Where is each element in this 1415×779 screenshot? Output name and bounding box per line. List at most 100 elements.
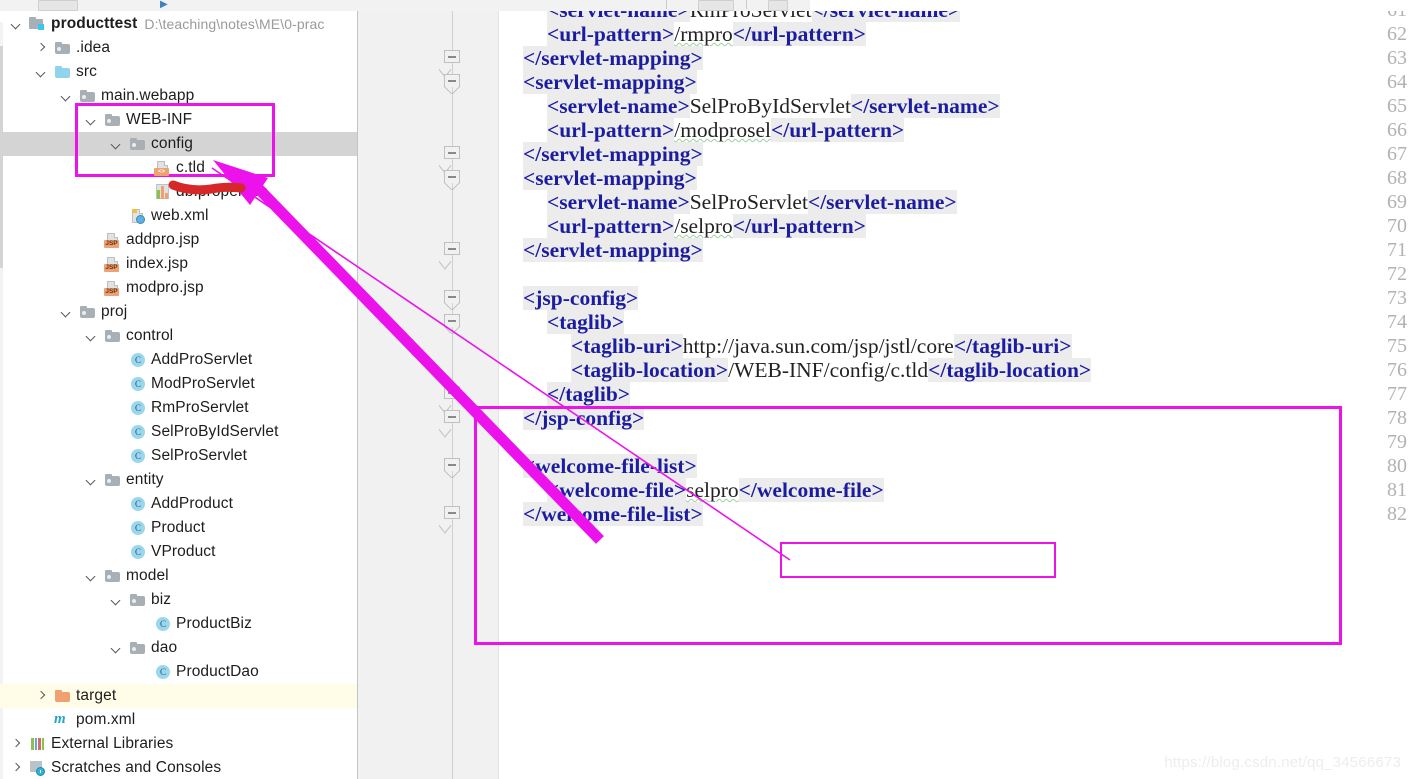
fold-toggle-icon[interactable] — [444, 242, 461, 259]
fold-toggle-icon[interactable] — [444, 50, 461, 67]
fold-toggle-icon[interactable] — [444, 170, 461, 187]
fold-toggle-icon[interactable] — [444, 410, 461, 427]
tree-item-index-jsp[interactable]: JSP index.jsp — [0, 252, 358, 276]
chevron-down-icon[interactable] — [10, 18, 23, 31]
chevron-right-icon[interactable] — [35, 42, 48, 55]
tree-item-web-inf[interactable]: WEB-INF — [0, 108, 358, 132]
fold-toggle-icon[interactable] — [444, 290, 461, 307]
tree-item-productdao[interactable]: C ProductDao — [0, 660, 358, 684]
code-content[interactable]: <servlet-name>RmProServlet</servlet-name… — [499, 11, 1415, 779]
tree-item-config[interactable]: config — [0, 132, 358, 156]
java-class-icon: C — [129, 376, 146, 392]
tree-item-rmproservlet[interactable]: C RmProServlet — [0, 396, 358, 420]
editor-gutter[interactable] — [358, 11, 498, 779]
fold-toggle-icon[interactable] — [444, 74, 461, 91]
code-editor[interactable]: 6162636465666768697071727374757677787980… — [358, 11, 1415, 779]
tree-item-src[interactable]: src — [0, 60, 358, 84]
code-token: </servlet-name> — [807, 190, 957, 214]
chevron-down-icon[interactable] — [85, 474, 98, 487]
tree-item-addpro-jsp[interactable]: JSP addpro.jsp — [0, 228, 358, 252]
chevron-down-icon[interactable] — [85, 570, 98, 583]
tree-item-addproservlet[interactable]: C AddProServlet — [0, 348, 358, 372]
run-icon[interactable]: ▶ — [160, 0, 168, 10]
web-xml-file-icon — [129, 208, 146, 224]
chevron-down-icon[interactable] — [110, 138, 123, 151]
fold-toggle-icon[interactable] — [444, 314, 461, 331]
code-line[interactable]: </taglib> — [547, 382, 631, 406]
chevron-down-icon[interactable] — [110, 594, 123, 607]
chevron-down-icon[interactable] — [110, 642, 123, 655]
chevron-down-icon[interactable] — [85, 114, 98, 127]
code-line[interactable]: <url-pattern>/selpro</url-pattern> — [547, 214, 866, 238]
tree-item-selprobyidservlet[interactable]: C SelProByIdServlet — [0, 420, 358, 444]
tree-item-entity[interactable]: entity — [0, 468, 358, 492]
code-token: </url-pattern> — [770, 118, 905, 142]
chevron-right-icon[interactable] — [10, 762, 23, 775]
code-line[interactable]: </servlet-mapping> — [523, 46, 703, 70]
tree-item-vproduct[interactable]: C VProduct — [0, 540, 358, 564]
tree-item-producttest[interactable]: producttest D:\teaching\notes\ME\0-prac — [0, 12, 358, 36]
code-line[interactable]: <servlet-name>SelProByIdServlet</servlet… — [547, 94, 1000, 118]
tree-item-control[interactable]: control — [0, 324, 358, 348]
code-line[interactable]: <jsp-config> — [523, 286, 639, 310]
code-line[interactable]: <taglib-uri>http://java.sun.com/jsp/jstl… — [571, 334, 1072, 358]
tree-item-web-xml[interactable]: web.xml — [0, 204, 358, 228]
tree-item-pom-xml[interactable]: m pom.xml — [0, 708, 358, 732]
code-token: <url-pattern> — [547, 118, 675, 142]
tree-item-modproservlet[interactable]: C ModProServlet — [0, 372, 358, 396]
tree-item-external-libraries[interactable]: External Libraries — [0, 732, 358, 756]
code-line[interactable]: <servlet-name>RmProServlet</servlet-name… — [547, 11, 961, 22]
chevron-down-icon[interactable] — [60, 90, 73, 103]
toolbar-button-2[interactable] — [698, 0, 734, 11]
code-line[interactable]: <url-pattern>/rmpro</url-pattern> — [547, 22, 866, 46]
code-token: <servlet-mapping> — [523, 166, 697, 190]
code-line[interactable]: <taglib-location>/WEB-INF/config/c.tld</… — [571, 358, 1092, 382]
fold-toggle-icon[interactable] — [444, 458, 461, 475]
chevron-down-icon[interactable] — [85, 330, 98, 343]
project-tree-panel[interactable]: producttest D:\teaching\notes\ME\0-prac .i… — [0, 11, 358, 779]
tree-item-selproservlet[interactable]: C SelProServlet — [0, 444, 358, 468]
code-line[interactable]: <welcome-file-list> — [523, 454, 697, 478]
tree-item-target[interactable]: target — [0, 684, 358, 708]
tree-item-idea[interactable]: .idea — [0, 36, 358, 60]
code-line[interactable]: </jsp-config> — [523, 406, 645, 430]
code-line[interactable]: <servlet-mapping> — [523, 70, 697, 94]
folder-icon — [79, 88, 96, 104]
code-line[interactable]: <taglib> — [547, 310, 625, 334]
tree-item-biz[interactable]: biz — [0, 588, 358, 612]
fold-toggle-icon[interactable] — [444, 146, 461, 163]
toolbar-button-3[interactable] — [768, 0, 788, 11]
java-class-icon: C — [129, 520, 146, 536]
code-token: </servlet-mapping> — [523, 238, 703, 262]
tree-item-productbiz[interactable]: C ProductBiz — [0, 612, 358, 636]
tree-item-c-tld[interactable]: <> c.tld — [0, 156, 358, 180]
tree-item-addproduct[interactable]: C AddProduct — [0, 492, 358, 516]
code-line[interactable]: </servlet-mapping> — [523, 238, 703, 262]
code-token: SelProByIdServlet — [689, 94, 851, 118]
code-line[interactable]: </welcome-file-list> — [523, 502, 703, 526]
tree-item-scratches-and-consoles[interactable]: Scratches and Consoles — [0, 756, 358, 779]
tree-item-main-webapp[interactable]: main.webapp — [0, 84, 358, 108]
chevron-right-icon[interactable] — [35, 690, 48, 703]
tree-item-db-properties[interactable]: db.properties — [0, 180, 358, 204]
fold-toggle-icon[interactable] — [444, 506, 461, 523]
tree-item-modpro-jsp[interactable]: JSP modpro.jsp — [0, 276, 358, 300]
code-line[interactable]: <welcome-file>selpro</welcome-file> — [547, 478, 884, 502]
code-token: <taglib> — [547, 310, 625, 334]
fold-toggle-icon[interactable] — [444, 386, 461, 403]
code-line[interactable]: <url-pattern>/modprosel</url-pattern> — [547, 118, 905, 142]
code-line[interactable]: <servlet-mapping> — [523, 166, 697, 190]
code-line[interactable]: </servlet-mapping> — [523, 142, 703, 166]
code-line[interactable]: <servlet-name>SelProServlet</servlet-nam… — [547, 190, 957, 214]
toolbar-button-1[interactable] — [38, 0, 78, 11]
chevron-right-icon[interactable] — [10, 738, 23, 751]
toolbar-separator-1 — [666, 0, 667, 9]
chevron-down-icon[interactable] — [35, 66, 48, 79]
tree-item-label: db.properties — [176, 183, 268, 201]
tree-item-product[interactable]: C Product — [0, 516, 358, 540]
chevron-down-icon[interactable] — [60, 306, 73, 319]
tree-item-dao[interactable]: dao — [0, 636, 358, 660]
tree-item-proj[interactable]: proj — [0, 300, 358, 324]
tree-item-model[interactable]: model — [0, 564, 358, 588]
code-token: /selpro — [674, 214, 733, 238]
